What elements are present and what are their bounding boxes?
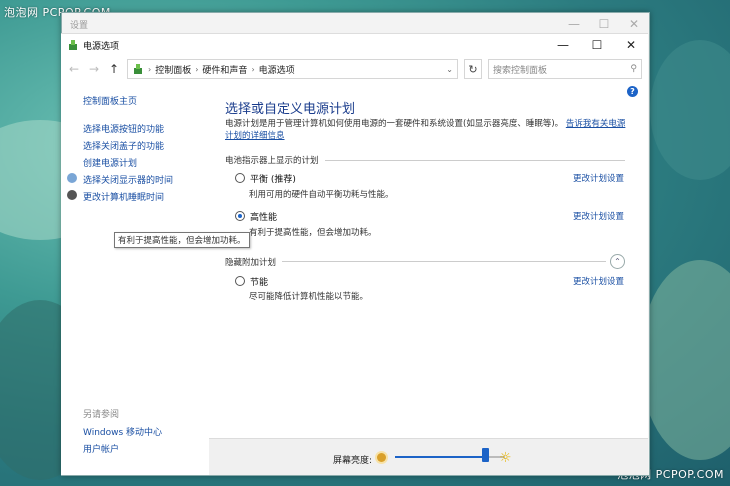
brightness-low-icon xyxy=(377,453,386,462)
chevron-right-icon: › xyxy=(251,64,255,74)
description-text: 电源计划是用于管理计算机如何使用电源的一套硬件和系统设置(如显示器亮度、睡眠等)… xyxy=(225,119,564,129)
monitor-icon xyxy=(67,173,77,183)
breadcrumb-control-panel[interactable]: 控制面板 xyxy=(155,63,191,76)
plan-balanced-desc: 利用可用的硬件自动平衡功耗与性能。 xyxy=(249,190,394,200)
sidebar-item-create-plan[interactable]: 创建电源计划 xyxy=(83,156,137,169)
plan-tooltip: 有利于提高性能，但会增加功耗。 xyxy=(114,232,250,248)
moon-icon xyxy=(67,190,77,200)
plan-high-performance[interactable]: 高性能 xyxy=(235,210,277,223)
content-area: 控制面板主页 选择电源按钮的功能 选择关闭盖子的功能 创建电源计划 选择关闭显示… xyxy=(61,84,648,475)
maximize-button[interactable]: ☐ xyxy=(580,34,614,56)
change-plan-high-performance-link[interactable]: 更改计划设置 xyxy=(573,210,624,222)
breadcrumb-power-options[interactable]: 电源选项 xyxy=(259,63,295,76)
breadcrumb-hardware-sound[interactable]: 硬件和声音 xyxy=(202,63,247,76)
settings-minimize-button[interactable]: — xyxy=(559,17,589,31)
sidebar-home-link[interactable]: 控制面板主页 xyxy=(83,94,137,107)
plan-balanced[interactable]: 平衡 (推荐) xyxy=(235,172,296,185)
page-description: 电源计划是用于管理计算机如何使用电源的一套硬件和系统设置(如显示器亮度、睡眠等)… xyxy=(225,118,629,142)
settings-titlebar: 设置 — ☐ ✕ xyxy=(62,13,649,35)
plan-balanced-radio[interactable] xyxy=(235,173,245,183)
plan-high-performance-name: 高性能 xyxy=(250,213,278,223)
see-also-label: 另请参阅 xyxy=(83,410,120,420)
main-panel: ? 选择或自定义电源计划 电源计划是用于管理计算机如何使用电源的一套硬件和系统设… xyxy=(209,84,648,475)
sidebar-item-display-off[interactable]: 选择关闭显示器的时间 xyxy=(83,173,173,186)
search-input[interactable]: 搜索控制面板 ⚲ xyxy=(488,59,642,79)
section-divider xyxy=(324,159,625,161)
brightness-high-icon: ☼ xyxy=(499,450,512,466)
back-button[interactable]: ← xyxy=(67,62,81,76)
settings-title: 设置 xyxy=(70,20,89,31)
battery-plans-heading: 电池指示器上显示的计划 xyxy=(225,156,319,166)
chevron-right-icon: › xyxy=(148,64,152,74)
plan-high-performance-radio[interactable] xyxy=(235,211,245,221)
sidebar-item-user-accounts[interactable]: 用户帐户 xyxy=(83,442,119,455)
sidebar-item-sleep[interactable]: 更改计算机睡眠时间 xyxy=(83,190,164,203)
brightness-bar: 屏幕亮度: ☼ xyxy=(209,438,648,475)
sidebar-item-mobility-center[interactable]: Windows 移动中心 xyxy=(83,425,162,438)
plan-high-performance-desc: 有利于提高性能，但会增加功耗。 xyxy=(249,228,377,238)
search-icon[interactable]: ⚲ xyxy=(630,64,637,74)
sidebar: 控制面板主页 选择电源按钮的功能 选择关闭盖子的功能 创建电源计划 选择关闭显示… xyxy=(61,84,209,475)
close-button[interactable]: ✕ xyxy=(614,34,648,56)
plan-power-saver-name: 节能 xyxy=(250,278,269,288)
settings-maximize-button[interactable]: ☐ xyxy=(589,17,619,31)
plan-balanced-name: 平衡 (推荐) xyxy=(250,175,296,185)
hidden-plans-section: 隐藏附加计划 ⌃ xyxy=(225,254,625,269)
sidebar-item-power-button[interactable]: 选择电源按钮的功能 xyxy=(83,122,164,135)
power-options-window: 电源选项 — ☐ ✕ ← → ↑ › 控制面板 › 硬件和声音 › 电源选项 ⌄… xyxy=(61,33,648,475)
brightness-slider-fill xyxy=(395,456,486,458)
hidden-plans-heading: 隐藏附加计划 xyxy=(225,257,277,268)
section-divider xyxy=(282,261,606,262)
refresh-button[interactable]: ↻ xyxy=(464,59,482,79)
battery-plans-section: 电池指示器上显示的计划 xyxy=(225,154,625,166)
plan-power-saver-desc: 尽可能降低计算机性能以节能。 xyxy=(249,292,369,302)
plan-power-saver-radio[interactable] xyxy=(235,276,245,286)
chevron-up-icon[interactable]: ⌃ xyxy=(610,254,625,269)
chevron-down-icon[interactable]: ⌄ xyxy=(446,65,453,74)
power-options-icon xyxy=(69,40,77,50)
plan-power-saver[interactable]: 节能 xyxy=(235,275,268,288)
search-placeholder: 搜索控制面板 xyxy=(493,65,548,76)
change-plan-power-saver-link[interactable]: 更改计划设置 xyxy=(573,275,624,287)
chevron-right-icon: › xyxy=(195,64,199,74)
breadcrumb[interactable]: › 控制面板 › 硬件和声音 › 电源选项 ⌄ xyxy=(127,59,458,79)
brightness-slider-thumb[interactable] xyxy=(482,448,490,462)
window-title: 电源选项 xyxy=(83,41,120,52)
address-bar: ← → ↑ › 控制面板 › 硬件和声音 › 电源选项 ⌄ ↻ 搜索控制面板 ⚲ xyxy=(61,56,648,82)
page-title: 选择或自定义电源计划 xyxy=(225,102,356,117)
settings-close-button[interactable]: ✕ xyxy=(619,17,649,31)
change-plan-balanced-link[interactable]: 更改计划设置 xyxy=(573,172,624,184)
help-icon[interactable]: ? xyxy=(627,86,638,97)
minimize-button[interactable]: — xyxy=(546,34,580,56)
brightness-label: 屏幕亮度: xyxy=(333,456,373,466)
window-titlebar: 电源选项 — ☐ ✕ xyxy=(61,34,648,56)
sidebar-item-lid[interactable]: 选择关闭盖子的功能 xyxy=(83,139,164,152)
up-button[interactable]: ↑ xyxy=(107,62,121,76)
forward-button[interactable]: → xyxy=(87,62,101,76)
control-panel-icon xyxy=(134,64,142,74)
